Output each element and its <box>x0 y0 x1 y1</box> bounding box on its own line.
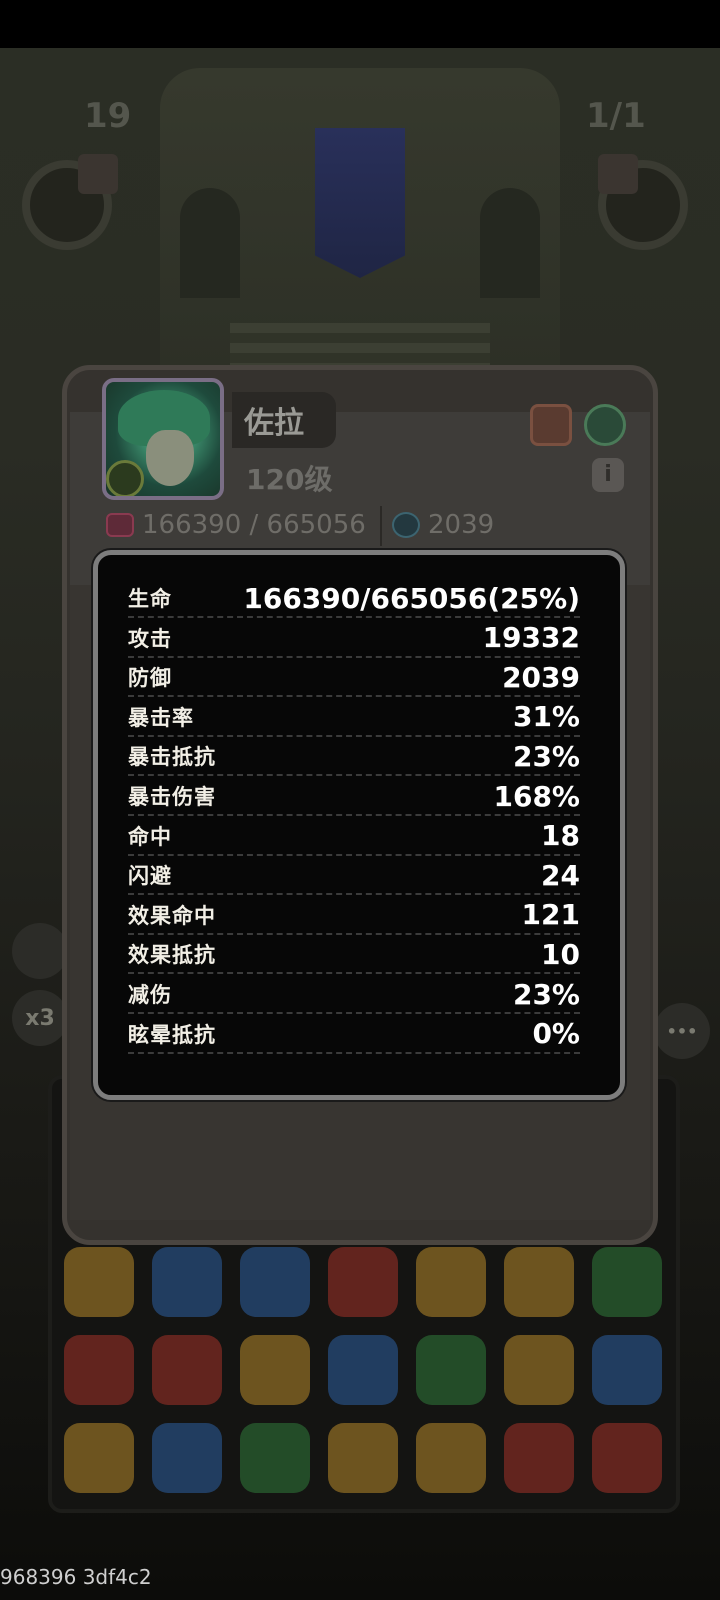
gem-yellow[interactable] <box>416 1423 486 1493</box>
stat-row: 闪避 24 <box>128 857 580 896</box>
stat-row: 眩晕抵抗 0% <box>128 1016 580 1054</box>
speed-button[interactable]: x3 <box>12 990 68 1046</box>
castle-arch <box>480 188 540 298</box>
stat-row: 暴击伤害 168% <box>128 778 580 816</box>
stat-label: 生命 <box>128 587 172 611</box>
status-bar <box>0 0 720 48</box>
stat-row: 效果抵抗 10 <box>128 936 580 975</box>
gem-blue[interactable] <box>152 1247 222 1317</box>
shield-icon <box>392 512 420 538</box>
gem-yellow[interactable] <box>64 1247 134 1317</box>
watermark-text: 968396 3df4c2 <box>0 1565 152 1589</box>
stat-row: 攻击 19332 <box>128 620 580 658</box>
stat-label: 闪避 <box>128 864 172 889</box>
stat-value: 18 <box>541 819 580 853</box>
stat-value: 10 <box>541 937 580 971</box>
character-level: 120级 <box>246 463 333 496</box>
gem-red[interactable] <box>504 1423 574 1493</box>
stat-label: 减伤 <box>128 983 172 1007</box>
stat-value: 23% <box>512 977 580 1011</box>
stat-value: 24 <box>541 858 580 892</box>
gem-green[interactable] <box>416 1335 486 1405</box>
class-badge-icon[interactable] <box>584 404 626 446</box>
defense-text: 2039 <box>428 510 495 540</box>
gem-blue[interactable] <box>240 1247 310 1317</box>
gem-red[interactable] <box>592 1423 662 1493</box>
gem-yellow[interactable] <box>416 1247 486 1317</box>
turn-counter: 19 <box>84 96 132 136</box>
castle-arch <box>180 188 240 298</box>
stat-value: 19332 <box>482 621 580 655</box>
gem-green[interactable] <box>240 1423 310 1493</box>
stat-value: 121 <box>521 898 580 932</box>
info-button[interactable]: i <box>592 458 624 492</box>
gem-blue[interactable] <box>328 1335 398 1405</box>
stat-row: 减伤 23% <box>128 976 580 1014</box>
stat-label: 效果命中 <box>128 903 216 928</box>
divider <box>380 506 382 546</box>
gem-blue[interactable] <box>592 1335 662 1405</box>
gem-green[interactable] <box>592 1247 662 1317</box>
stat-row: 防御 2039 <box>128 659 580 698</box>
stat-value: 31% <box>512 700 580 734</box>
gear-badge-icon[interactable] <box>530 404 572 446</box>
gem-red[interactable] <box>152 1335 222 1405</box>
stat-value: 0% <box>532 1017 580 1051</box>
stat-value: 2039 <box>502 660 580 694</box>
stat-value: 166390/665056(25%) <box>243 581 580 615</box>
stat-label: 眩晕抵抗 <box>128 1022 216 1047</box>
stat-label: 效果抵抗 <box>128 943 216 968</box>
defense-summary: 2039 <box>392 510 494 540</box>
hp-summary: 166390 / 665056 <box>106 510 366 540</box>
character-avatar[interactable] <box>102 378 224 500</box>
stat-label: 暴击抵抗 <box>128 745 216 770</box>
heart-icon <box>106 513 134 537</box>
gem-red[interactable] <box>328 1247 398 1317</box>
stat-label: 暴击伤害 <box>128 785 216 809</box>
character-name: 佐拉 <box>244 406 304 441</box>
gem-yellow[interactable] <box>504 1335 574 1405</box>
wave-counter: 1/1 <box>586 96 646 136</box>
castle-banner <box>315 128 405 278</box>
stat-row: 暴击抵抗 23% <box>128 738 580 777</box>
stat-row: 效果命中 121 <box>128 897 580 935</box>
gem-yellow[interactable] <box>504 1247 574 1317</box>
stat-row: 暴击率 31% <box>128 699 580 737</box>
stat-value: 168% <box>493 779 580 813</box>
gem-blue[interactable] <box>152 1423 222 1493</box>
gem-yellow[interactable] <box>240 1335 310 1405</box>
stat-label: 命中 <box>128 824 172 849</box>
gem-yellow[interactable] <box>64 1423 134 1493</box>
right-element-icon <box>598 154 638 194</box>
stat-label: 攻击 <box>128 626 172 651</box>
settings-gear-icon[interactable] <box>12 923 68 979</box>
stat-row: 命中 18 <box>128 818 580 856</box>
stat-label: 防御 <box>128 666 172 691</box>
hp-text: 166390 / 665056 <box>142 510 366 540</box>
element-swirl-icon <box>106 460 144 496</box>
stat-row: 生命 166390/665056(25%) <box>128 580 580 618</box>
gem-yellow[interactable] <box>328 1423 398 1493</box>
gem-red[interactable] <box>64 1335 134 1405</box>
stat-label: 暴击率 <box>128 705 194 730</box>
left-element-icon <box>78 154 118 194</box>
stat-value: 23% <box>512 739 580 773</box>
more-button[interactable]: ••• <box>654 1003 710 1059</box>
